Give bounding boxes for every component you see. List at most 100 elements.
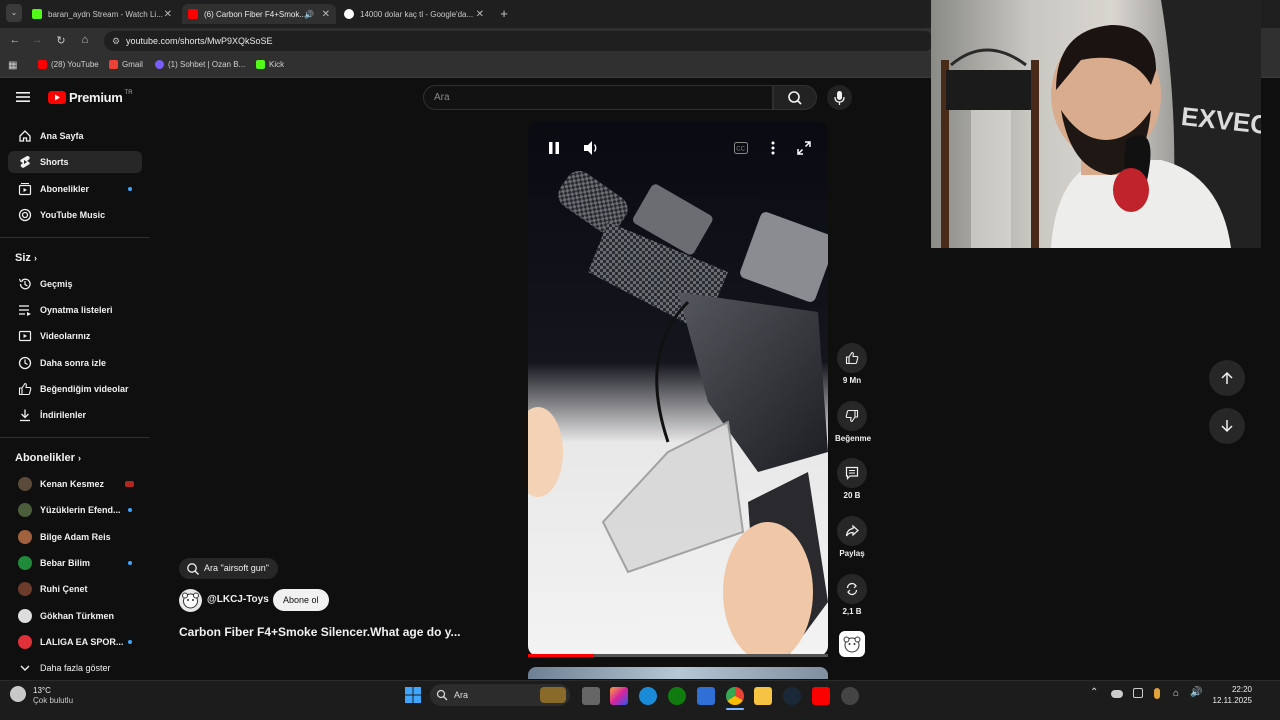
sound-thumbnail[interactable] bbox=[839, 631, 865, 657]
section-label: Siz bbox=[15, 252, 31, 264]
clock-date[interactable]: 12.11.2025 bbox=[1208, 696, 1252, 705]
close-icon[interactable]: ✕ bbox=[322, 9, 330, 20]
sidebar-item-subscriptions[interactable]: Abonelikler bbox=[8, 178, 142, 200]
home-button-icon[interactable]: ⌂ bbox=[78, 34, 92, 46]
file-explorer-icon[interactable] bbox=[754, 687, 772, 705]
new-content-dot bbox=[128, 561, 132, 565]
clock-time[interactable]: 22:20 bbox=[1212, 685, 1252, 694]
avatar bbox=[18, 582, 32, 596]
site-info-icon[interactable]: ⚙ bbox=[112, 31, 120, 51]
dislike-button[interactable]: Beğenme bbox=[835, 401, 871, 443]
tab-search-icon[interactable]: ⌄ bbox=[6, 4, 22, 22]
reload-icon[interactable]: ↻ bbox=[54, 34, 68, 47]
next-short-button[interactable] bbox=[1209, 408, 1245, 444]
task-view-icon[interactable] bbox=[582, 687, 600, 705]
sidebar-item-playlists[interactable]: Oynatma listeleri bbox=[8, 299, 142, 321]
app-with-notification-icon[interactable] bbox=[841, 687, 859, 705]
voice-search-button[interactable] bbox=[827, 85, 852, 110]
bookmark-kick[interactable]: Kick bbox=[256, 60, 284, 69]
xbox-icon[interactable] bbox=[668, 687, 686, 705]
microphone-icon[interactable] bbox=[1154, 688, 1160, 699]
sync-icon[interactable] bbox=[1133, 688, 1143, 698]
microphone-icon bbox=[834, 91, 845, 105]
new-tab-icon[interactable]: + bbox=[497, 6, 511, 21]
sidebar-sub-ruhi-cenet[interactable]: Ruhi Çenet bbox=[8, 578, 142, 600]
video-frame-image bbox=[528, 171, 828, 656]
next-short-preview[interactable] bbox=[528, 667, 828, 679]
close-icon[interactable]: ✕ bbox=[164, 9, 172, 20]
comments-button[interactable]: 20 B bbox=[835, 458, 869, 500]
search-button[interactable] bbox=[773, 85, 817, 110]
tab-google-search[interactable]: 14000 dolar kaç tl - Google'da... ✕ bbox=[338, 4, 490, 24]
bookmark-youtube[interactable]: (28) YouTube bbox=[38, 60, 99, 69]
instagram-icon[interactable] bbox=[610, 687, 628, 705]
shorts-video-player[interactable]: CC bbox=[528, 122, 828, 656]
volume-icon[interactable]: 🔊 bbox=[1190, 687, 1202, 698]
sidebar-item-history[interactable]: Geçmiş bbox=[8, 273, 142, 295]
steam-icon[interactable] bbox=[783, 687, 801, 705]
remix-count: 2,1 B bbox=[842, 607, 862, 616]
close-icon[interactable]: ✕ bbox=[476, 9, 484, 20]
sidebar-item-your-videos[interactable]: Videolarınız bbox=[8, 325, 142, 347]
chrome-icon[interactable] bbox=[726, 687, 744, 705]
sidebar-item-liked-videos[interactable]: Beğendiğim videolar bbox=[8, 378, 142, 400]
volume-button[interactable] bbox=[582, 139, 600, 157]
sidebar-sub-laliga-ea-sports[interactable]: LALIGA EA SPOR... bbox=[8, 631, 142, 653]
fullscreen-button[interactable] bbox=[796, 140, 812, 156]
subscriptions-section-title[interactable]: Abonelikler › bbox=[15, 452, 81, 464]
search-suggestion-chip[interactable]: Ara "airsoft gun" bbox=[179, 558, 278, 579]
back-icon[interactable]: ← bbox=[8, 34, 22, 46]
show-more-button[interactable]: Daha fazla göster bbox=[8, 657, 142, 679]
bookmark-sohbet[interactable]: (1) Sohbet | Ozan B... bbox=[155, 60, 245, 69]
tab-youtube-shorts[interactable]: (6) Carbon Fiber F4+Smok... 🔊 ✕ bbox=[182, 4, 336, 24]
kick-favicon-icon bbox=[32, 9, 42, 19]
weather-description[interactable]: Çok bulutlu bbox=[33, 696, 73, 705]
subscribe-button[interactable]: Abone ol bbox=[273, 589, 329, 611]
sidebar-sub-kenan-kesmez[interactable]: Kenan Kesmez bbox=[8, 473, 142, 495]
previous-short-button[interactable] bbox=[1209, 360, 1245, 396]
sidebar-item-label: Videolarınız bbox=[40, 331, 91, 341]
sidebar-item-shorts[interactable]: Shorts bbox=[8, 151, 142, 173]
forward-icon[interactable]: → bbox=[30, 34, 44, 46]
share-button[interactable]: Paylaş bbox=[835, 516, 869, 558]
logo-region: TR bbox=[124, 90, 133, 96]
youtube-premium-logo[interactable]: Premium TR bbox=[48, 90, 133, 105]
sidebar-item-downloads[interactable]: İndirilenler bbox=[8, 404, 142, 426]
start-button[interactable] bbox=[404, 686, 422, 704]
mail-icon[interactable] bbox=[697, 687, 715, 705]
sidebar-item-label: Bilge Adam Reis bbox=[40, 532, 111, 542]
playlist-icon bbox=[10, 303, 40, 317]
network-icon[interactable]: ⌂ bbox=[1173, 688, 1179, 699]
sidebar-sub-bilge-adam-reis[interactable]: Bilge Adam Reis bbox=[8, 526, 142, 548]
pause-button[interactable] bbox=[546, 140, 562, 156]
more-options-button[interactable] bbox=[768, 140, 778, 156]
bookmark-gmail[interactable]: Gmail bbox=[109, 60, 143, 69]
sidebar-divider bbox=[0, 237, 150, 238]
youtube-app-icon[interactable] bbox=[812, 687, 830, 705]
sidebar-sub-bebar-bilim[interactable]: Bebar Bilim bbox=[8, 552, 142, 574]
sidebar-sub-yuzuklerin-efendisi[interactable]: Yüzüklerin Efend... bbox=[8, 499, 142, 521]
you-section-title[interactable]: Siz › bbox=[15, 252, 37, 264]
sidebar-item-watch-later[interactable]: Daha sonra izle bbox=[8, 352, 142, 374]
search-input[interactable]: Ara bbox=[423, 85, 773, 110]
channel-handle[interactable]: @LKCJ-Toys bbox=[207, 594, 269, 605]
taskbar-search[interactable]: Ara bbox=[430, 684, 570, 706]
chevron-up-icon[interactable]: ⌃ bbox=[1090, 687, 1098, 698]
sidebar-item-youtube-music[interactable]: YouTube Music bbox=[8, 204, 142, 226]
speaker-icon[interactable]: 🔊 bbox=[304, 10, 314, 19]
url-field[interactable]: ⚙ youtube.com/shorts/MwP9XQkSoSE bbox=[104, 31, 934, 51]
like-button[interactable]: 9 Mn bbox=[835, 343, 869, 385]
sidebar-item-home[interactable]: Ana Sayfa bbox=[8, 125, 142, 147]
menu-icon[interactable] bbox=[16, 90, 32, 104]
edge-icon[interactable] bbox=[639, 687, 657, 705]
channel-avatar[interactable] bbox=[179, 589, 202, 612]
remix-button[interactable]: 2,1 B bbox=[835, 574, 869, 616]
tab-kick-stream[interactable]: baran_aydn Stream - Watch Li... ✕ bbox=[26, 4, 178, 24]
onedrive-icon[interactable] bbox=[1111, 690, 1123, 698]
video-title[interactable]: Carbon Fiber F4+Smoke Silencer.What age … bbox=[179, 625, 461, 639]
captions-button[interactable]: CC bbox=[734, 141, 748, 154]
weather-cloud-icon[interactable] bbox=[10, 686, 26, 702]
apps-grid-icon[interactable]: ▦ bbox=[8, 60, 17, 71]
weather-temperature[interactable]: 13°C bbox=[33, 686, 51, 695]
sidebar-sub-gokhan-turkmen[interactable]: Gökhan Türkmen bbox=[8, 605, 142, 627]
